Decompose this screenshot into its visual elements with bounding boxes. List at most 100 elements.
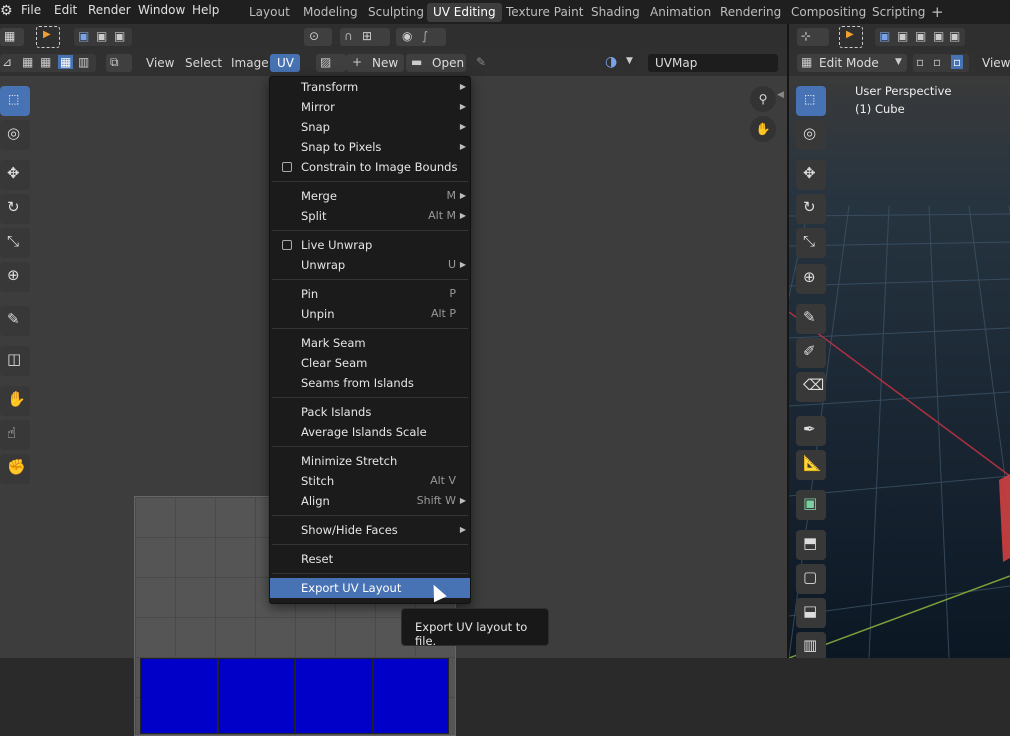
uv-select-mode-buttons[interactable]: ⊿ ▦ ▦ ▦ ▥ <box>0 54 96 72</box>
sidebar-toggle-chevron-icon[interactable]: ◀ <box>777 90 784 100</box>
menu-help[interactable]: Help <box>192 3 219 17</box>
vp-tool-measure[interactable]: 📐 <box>796 450 826 480</box>
uv-sync-dropdown[interactable]: ⧉ <box>106 54 132 72</box>
tab-sculpting[interactable]: Sculpting <box>362 3 430 22</box>
tool-move[interactable]: ✥ <box>0 160 30 190</box>
tool-scale[interactable]: ⤡ <box>0 228 30 258</box>
tab-layout[interactable]: Layout <box>243 3 296 22</box>
mesh-select-mode-buttons[interactable]: ▫ ▫ ▫ <box>913 54 969 72</box>
menu-window[interactable]: Window <box>138 3 185 17</box>
menu-item-constrain-to-image-bounds[interactable]: Constrain to Image Bounds <box>270 157 470 177</box>
tool-cursor[interactable]: ◎ <box>0 120 30 150</box>
selection-mode-buttons[interactable]: ▣ ▣ ▣ <box>74 28 132 46</box>
overlays-dropdown[interactable]: ◑ ▼ <box>602 54 638 72</box>
3d-viewport[interactable]: User Perspective (1) Cube ⬚ ◎ ✥ ↻ ⤡ ⊕ ✎ … <box>789 76 1010 658</box>
menu-item-mirror[interactable]: Mirror ▶ <box>270 97 470 117</box>
vp-tool-move[interactable]: ✥ <box>796 160 826 190</box>
tab-texture-paint[interactable]: Texture Paint <box>500 3 589 22</box>
uv-face-1[interactable] <box>140 658 218 734</box>
menu-item-unpin[interactable]: Unpin Alt P <box>270 304 470 324</box>
tool-rip[interactable]: ◫ <box>0 346 30 376</box>
uv-face-2[interactable] <box>218 658 295 734</box>
menu-item-merge[interactable]: Merge M ▶ <box>270 186 470 206</box>
viewport-editor-type-selector[interactable]: ⊹ <box>797 28 829 46</box>
vp-tool-select-box[interactable]: ⬚ <box>796 86 826 116</box>
tool-transform[interactable]: ⊕ <box>0 262 30 292</box>
menu-select[interactable]: Select <box>185 56 222 70</box>
uvmap-selector[interactable]: UVMap <box>648 54 778 72</box>
tab-modeling[interactable]: Modeling <box>297 3 364 22</box>
tool-rotate[interactable]: ↻ <box>0 194 30 224</box>
menu-uv[interactable]: UV <box>270 54 300 72</box>
menu-item-snap-to-pixels[interactable]: Snap to Pixels ▶ <box>270 137 470 157</box>
menu-item-pin[interactable]: Pin P <box>270 284 470 304</box>
menu-item-seams-from-islands[interactable]: Seams from Islands <box>270 373 470 393</box>
tab-uv-editing[interactable]: UV Editing <box>427 3 502 22</box>
image-browse-dropdown[interactable]: ▨ <box>316 54 346 72</box>
tab-animation[interactable]: Animation <box>644 3 717 22</box>
menu-item-mark-seam[interactable]: Mark Seam <box>270 333 470 353</box>
menu-item-transform[interactable]: Transform ▶ <box>270 77 470 97</box>
tab-shading[interactable]: Shading <box>585 3 646 22</box>
menu-edit[interactable]: Edit <box>54 3 77 17</box>
chevron-down-icon: ▼ <box>895 57 902 67</box>
tool-grab[interactable]: ✋ <box>0 386 30 416</box>
vp-tool-bevel[interactable]: ⬓ <box>796 598 826 628</box>
uv-face-4[interactable] <box>373 658 449 734</box>
menu-file[interactable]: File <box>21 3 41 17</box>
tool-pinch[interactable]: ✊ <box>0 454 30 484</box>
menu-item-snap[interactable]: Snap ▶ <box>270 117 470 137</box>
checkbox[interactable] <box>282 240 292 250</box>
tool-select-box[interactable]: ⬚ <box>0 86 30 116</box>
menu-item-live-unwrap[interactable]: Live Unwrap <box>270 235 470 255</box>
proportional-edit-toggle[interactable]: ◉ ∫ <box>396 28 446 46</box>
zoom-icon[interactable]: ⚲ <box>750 86 776 112</box>
vp-tool-scale[interactable]: ⤡ <box>796 228 826 258</box>
menu-item-average-islands-scale[interactable]: Average Islands Scale <box>270 422 470 442</box>
tool-annotate[interactable]: ✎ <box>0 306 30 336</box>
blender-logo-icon[interactable]: ⚙ <box>0 3 13 19</box>
menu-view[interactable]: View <box>146 56 174 70</box>
new-image-button[interactable]: + New <box>346 54 404 72</box>
menu-item-clear-seam[interactable]: Clear Seam <box>270 353 470 373</box>
vp-tool-annotate[interactable]: ✎ <box>796 304 826 334</box>
pin-icon[interactable]: ✎ <box>476 55 486 69</box>
viewport-select-tool-button[interactable]: ▶ <box>839 26 863 48</box>
vp-tool-draw-curve[interactable]: ✒ <box>796 416 826 446</box>
menu-item-stitch[interactable]: Stitch Alt V <box>270 471 470 491</box>
menu-item-minimize-stretch[interactable]: Minimize Stretch <box>270 451 470 471</box>
menu-item-unwrap[interactable]: Unwrap U ▶ <box>270 255 470 275</box>
uv-face-3[interactable] <box>295 658 373 734</box>
menu-item-align[interactable]: Align Shift W ▶ <box>270 491 470 511</box>
menu-item-show-hide-faces[interactable]: Show/Hide Faces ▶ <box>270 520 470 540</box>
checkbox[interactable] <box>282 162 292 172</box>
viewport-selection-mode-buttons[interactable]: ▣ ▣ ▣ ▣ ▣ <box>875 28 965 46</box>
add-workspace-button[interactable]: + <box>925 3 950 22</box>
vp-tool-inset[interactable]: ▢ <box>796 564 826 594</box>
menu-image[interactable]: Image <box>231 56 269 70</box>
tab-compositing[interactable]: Compositing <box>785 3 872 22</box>
open-image-button[interactable]: ▬ Open <box>406 54 466 72</box>
vp-tool-extrude[interactable]: ⬒ <box>796 530 826 560</box>
snap-toggle[interactable]: ∩ ⊞ <box>340 28 390 46</box>
tab-rendering[interactable]: Rendering <box>714 3 787 22</box>
editor-type-selector[interactable]: ▦ <box>0 28 24 46</box>
vp-tool-annotate-line[interactable]: ✐ <box>796 338 826 368</box>
menu-item-reset[interactable]: Reset <box>270 549 470 569</box>
vp-tool-annotate-eraser[interactable]: ⌫ <box>796 372 826 402</box>
menu-item-split[interactable]: Split Alt M ▶ <box>270 206 470 226</box>
viewport-view-menu[interactable]: View <box>975 54 1010 72</box>
pivot-point-dropdown[interactable]: ⊙ <box>304 28 332 46</box>
tool-relax[interactable]: ☝ <box>0 420 30 450</box>
vp-tool-rotate[interactable]: ↻ <box>796 194 826 224</box>
vp-tool-add-cube[interactable]: ▣ <box>796 490 826 520</box>
tab-scripting[interactable]: Scripting <box>866 3 931 22</box>
vp-tool-transform[interactable]: ⊕ <box>796 264 826 294</box>
select-tool-button[interactable]: ▶ <box>36 26 60 48</box>
menu-item-pack-islands[interactable]: Pack Islands <box>270 402 470 422</box>
vp-tool-loop-cut[interactable]: ▥ <box>796 632 826 658</box>
mode-selector[interactable]: ▦ Edit Mode ▼ <box>797 54 907 72</box>
menu-render[interactable]: Render <box>88 3 131 17</box>
pan-hand-icon[interactable]: ✋ <box>750 116 776 142</box>
vp-tool-cursor[interactable]: ◎ <box>796 120 826 150</box>
